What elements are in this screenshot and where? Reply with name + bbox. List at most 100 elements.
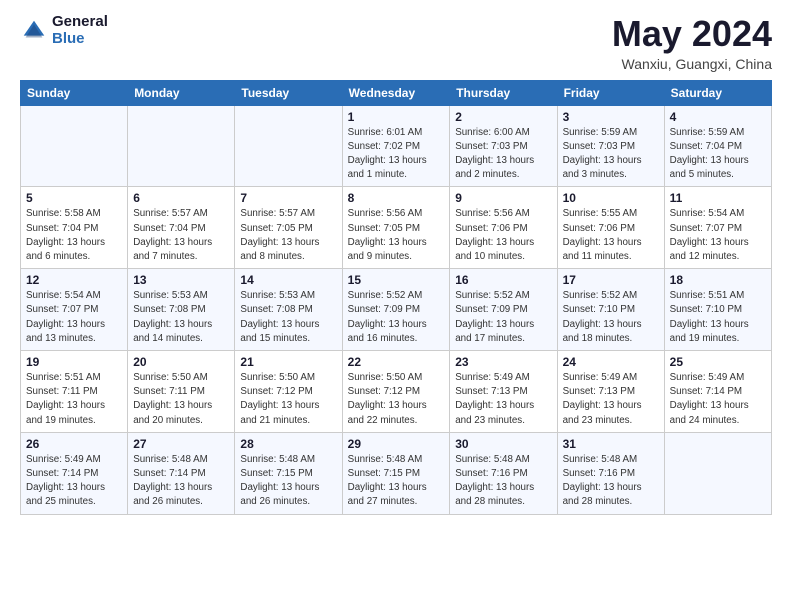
- day-cell: 18 Sunrise: 5:51 AM Sunset: 7:10 PM Dayli…: [664, 269, 771, 351]
- day-number: 23: [455, 355, 551, 369]
- day-info: Sunrise: 5:53 AM Sunset: 7:08 PM Dayligh…: [133, 289, 229, 346]
- day-cell: 29 Sunrise: 5:48 AM Sunset: 7:15 PM Dayli…: [342, 432, 450, 514]
- day-number: 24: [563, 355, 659, 369]
- title-block: May 2024 Wanxiu, Guangxi, China: [612, 14, 772, 72]
- day-cell: 17 Sunrise: 5:52 AM Sunset: 7:10 PM Dayli…: [557, 269, 664, 351]
- day-cell: 20 Sunrise: 5:50 AM Sunset: 7:11 PM Dayli…: [128, 351, 235, 433]
- day-cell: 25 Sunrise: 5:49 AM Sunset: 7:14 PM Dayli…: [664, 351, 771, 433]
- day-info: Sunrise: 5:54 AM Sunset: 7:07 PM Dayligh…: [670, 207, 766, 264]
- day-number: 19: [26, 355, 122, 369]
- day-info: Sunrise: 5:52 AM Sunset: 7:10 PM Dayligh…: [563, 289, 659, 346]
- logo: General Blue: [20, 14, 108, 47]
- day-info: Sunrise: 5:49 AM Sunset: 7:14 PM Dayligh…: [670, 371, 766, 428]
- day-cell: 8 Sunrise: 5:56 AM Sunset: 7:05 PM Daylig…: [342, 187, 450, 269]
- day-info: Sunrise: 6:01 AM Sunset: 7:02 PM Dayligh…: [348, 126, 445, 183]
- day-number: 6: [133, 191, 229, 205]
- day-cell: 6 Sunrise: 5:57 AM Sunset: 7:04 PM Daylig…: [128, 187, 235, 269]
- day-info: Sunrise: 5:48 AM Sunset: 7:16 PM Dayligh…: [563, 453, 659, 510]
- day-info: Sunrise: 5:49 AM Sunset: 7:13 PM Dayligh…: [455, 371, 551, 428]
- day-number: 21: [240, 355, 336, 369]
- day-info: Sunrise: 5:55 AM Sunset: 7:06 PM Dayligh…: [563, 207, 659, 264]
- day-cell: 28 Sunrise: 5:48 AM Sunset: 7:15 PM Dayli…: [235, 432, 342, 514]
- header: General Blue May 2024 Wanxiu, Guangxi, C…: [0, 0, 792, 80]
- day-cell: 2 Sunrise: 6:00 AM Sunset: 7:03 PM Daylig…: [450, 105, 557, 187]
- day-number: 15: [348, 273, 445, 287]
- day-cell: 14 Sunrise: 5:53 AM Sunset: 7:08 PM Dayli…: [235, 269, 342, 351]
- day-cell: [21, 105, 128, 187]
- day-info: Sunrise: 5:48 AM Sunset: 7:14 PM Dayligh…: [133, 453, 229, 510]
- day-info: Sunrise: 5:59 AM Sunset: 7:03 PM Dayligh…: [563, 126, 659, 183]
- logo-icon: [20, 17, 48, 45]
- day-info: Sunrise: 5:53 AM Sunset: 7:08 PM Dayligh…: [240, 289, 336, 346]
- day-cell: 13Sunrise: 5:53 AM Sunset: 7:08 PM Dayli…: [128, 269, 235, 351]
- day-cell: 1 Sunrise: 6:01 AM Sunset: 7:02 PM Daylig…: [342, 105, 450, 187]
- day-number: 1: [348, 110, 445, 124]
- logo-text: General Blue: [52, 14, 108, 47]
- day-info: Sunrise: 5:59 AM Sunset: 7:04 PM Dayligh…: [670, 126, 766, 183]
- week-row: 26 Sunrise: 5:49 AM Sunset: 7:14 PM Dayli…: [21, 432, 772, 514]
- day-number: 2: [455, 110, 551, 124]
- week-row: 1 Sunrise: 6:01 AM Sunset: 7:02 PM Daylig…: [21, 105, 772, 187]
- day-info: Sunrise: 5:57 AM Sunset: 7:04 PM Dayligh…: [133, 207, 229, 264]
- day-number: 14: [240, 273, 336, 287]
- day-cell: 19 Sunrise: 5:51 AM Sunset: 7:11 PM Dayli…: [21, 351, 128, 433]
- weekday-header: Sunday: [21, 80, 128, 105]
- day-cell: 31 Sunrise: 5:48 AM Sunset: 7:16 PM Dayli…: [557, 432, 664, 514]
- day-info: Sunrise: 5:48 AM Sunset: 7:15 PM Dayligh…: [348, 453, 445, 510]
- day-number: 5: [26, 191, 122, 205]
- weekday-header: Tuesday: [235, 80, 342, 105]
- week-row: 5Sunrise: 5:58 AM Sunset: 7:04 PM Daylig…: [21, 187, 772, 269]
- day-number: 7: [240, 191, 336, 205]
- week-row: 12Sunrise: 5:54 AM Sunset: 7:07 PM Dayli…: [21, 269, 772, 351]
- day-info: Sunrise: 5:51 AM Sunset: 7:11 PM Dayligh…: [26, 371, 122, 428]
- weekday-header: Saturday: [664, 80, 771, 105]
- day-info: Sunrise: 5:50 AM Sunset: 7:11 PM Dayligh…: [133, 371, 229, 428]
- day-cell: 12Sunrise: 5:54 AM Sunset: 7:07 PM Dayli…: [21, 269, 128, 351]
- day-number: 20: [133, 355, 229, 369]
- day-cell: [128, 105, 235, 187]
- logo-blue-text: Blue: [52, 31, 108, 48]
- weekday-header: Wednesday: [342, 80, 450, 105]
- day-number: 8: [348, 191, 445, 205]
- day-info: Sunrise: 5:54 AM Sunset: 7:07 PM Dayligh…: [26, 289, 122, 346]
- day-cell: 22Sunrise: 5:50 AM Sunset: 7:12 PM Dayli…: [342, 351, 450, 433]
- calendar-table: SundayMondayTuesdayWednesdayThursdayFrid…: [20, 80, 772, 515]
- day-cell: 3 Sunrise: 5:59 AM Sunset: 7:03 PM Daylig…: [557, 105, 664, 187]
- day-cell: 30Sunrise: 5:48 AM Sunset: 7:16 PM Dayli…: [450, 432, 557, 514]
- day-info: Sunrise: 5:49 AM Sunset: 7:14 PM Dayligh…: [26, 453, 122, 510]
- day-info: Sunrise: 5:51 AM Sunset: 7:10 PM Dayligh…: [670, 289, 766, 346]
- week-row: 19 Sunrise: 5:51 AM Sunset: 7:11 PM Dayli…: [21, 351, 772, 433]
- header-row: SundayMondayTuesdayWednesdayThursdayFrid…: [21, 80, 772, 105]
- day-cell: 10 Sunrise: 5:55 AM Sunset: 7:06 PM Dayli…: [557, 187, 664, 269]
- day-number: 22: [348, 355, 445, 369]
- day-cell: [664, 432, 771, 514]
- day-number: 9: [455, 191, 551, 205]
- day-number: 17: [563, 273, 659, 287]
- day-info: Sunrise: 5:48 AM Sunset: 7:16 PM Dayligh…: [455, 453, 551, 510]
- day-number: 4: [670, 110, 766, 124]
- day-number: 18: [670, 273, 766, 287]
- day-info: Sunrise: 6:00 AM Sunset: 7:03 PM Dayligh…: [455, 126, 551, 183]
- day-cell: 15Sunrise: 5:52 AM Sunset: 7:09 PM Dayli…: [342, 269, 450, 351]
- day-cell: 5Sunrise: 5:58 AM Sunset: 7:04 PM Daylig…: [21, 187, 128, 269]
- day-info: Sunrise: 5:48 AM Sunset: 7:15 PM Dayligh…: [240, 453, 336, 510]
- day-number: 25: [670, 355, 766, 369]
- day-cell: 11 Sunrise: 5:54 AM Sunset: 7:07 PM Dayli…: [664, 187, 771, 269]
- day-number: 10: [563, 191, 659, 205]
- day-cell: 7Sunrise: 5:57 AM Sunset: 7:05 PM Daylig…: [235, 187, 342, 269]
- day-number: 28: [240, 437, 336, 451]
- day-number: 29: [348, 437, 445, 451]
- day-cell: [235, 105, 342, 187]
- day-info: Sunrise: 5:56 AM Sunset: 7:06 PM Dayligh…: [455, 207, 551, 264]
- day-cell: 23 Sunrise: 5:49 AM Sunset: 7:13 PM Dayli…: [450, 351, 557, 433]
- month-title: May 2024: [612, 14, 772, 54]
- day-number: 3: [563, 110, 659, 124]
- day-info: Sunrise: 5:49 AM Sunset: 7:13 PM Dayligh…: [563, 371, 659, 428]
- day-number: 26: [26, 437, 122, 451]
- day-number: 31: [563, 437, 659, 451]
- day-info: Sunrise: 5:56 AM Sunset: 7:05 PM Dayligh…: [348, 207, 445, 264]
- day-cell: 27Sunrise: 5:48 AM Sunset: 7:14 PM Dayli…: [128, 432, 235, 514]
- day-number: 11: [670, 191, 766, 205]
- day-cell: 4 Sunrise: 5:59 AM Sunset: 7:04 PM Daylig…: [664, 105, 771, 187]
- day-cell: 21Sunrise: 5:50 AM Sunset: 7:12 PM Dayli…: [235, 351, 342, 433]
